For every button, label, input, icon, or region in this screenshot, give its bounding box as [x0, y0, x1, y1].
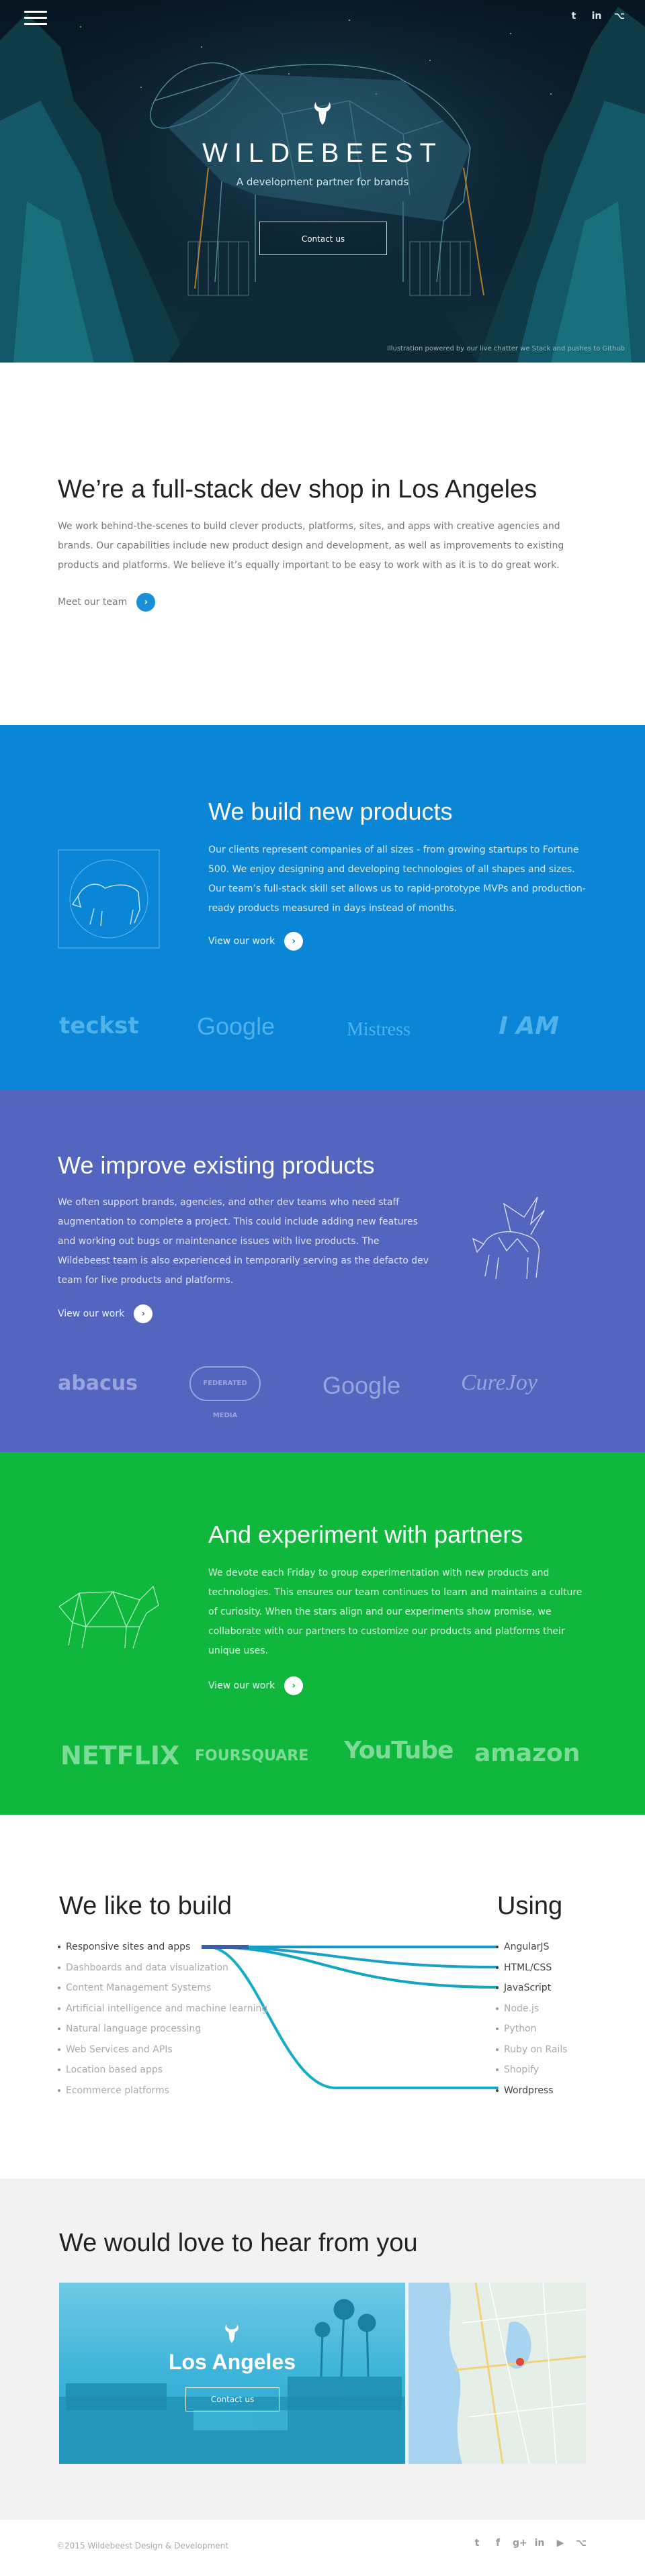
city-name: Los Angeles: [168, 2350, 296, 2374]
arrow-right-icon[interactable]: ›: [136, 593, 156, 612]
using-item[interactable]: Ruby on Rails: [496, 2040, 603, 2060]
client-logo-foursquare: FOURSQUARE: [195, 1748, 309, 1764]
client-logo-iam: I AM: [495, 1012, 562, 1040]
client-logo-abacus: abacus: [58, 1372, 138, 1395]
site-title: WILDEBEEST: [202, 138, 443, 168]
google-plus-icon[interactable]: g+: [513, 2538, 527, 2548]
intro-text: We work behind-the-scenes to build cleve…: [58, 521, 564, 571]
winged-wildebeest-sketch-icon: [472, 1196, 545, 1280]
client-logo-netflix: NETFLIX: [60, 1741, 180, 1770]
build-item[interactable]: Responsive sites and apps: [58, 1937, 280, 1958]
arrow-right-icon[interactable]: ›: [134, 1304, 153, 1323]
map-graphic: [408, 2283, 586, 2464]
twitter-icon[interactable]: t: [567, 9, 580, 23]
build-item[interactable]: Dashboards and data visualization: [58, 1958, 280, 1978]
client-logo-mistress: Mistress: [347, 1019, 411, 1040]
github-icon[interactable]: ⌥: [613, 9, 626, 23]
illustration-credit: Illustration powered by our live chatter…: [387, 345, 625, 352]
facebook-icon[interactable]: f: [492, 2538, 504, 2548]
view-work-label: View our work: [58, 1308, 125, 1319]
contact-button[interactable]: Contact us: [185, 2387, 280, 2412]
geometric-wildebeest-icon: [58, 1585, 159, 1649]
using-item[interactable]: HTML/CSS: [496, 1958, 603, 1978]
using-item[interactable]: Python: [496, 2019, 603, 2040]
build-item[interactable]: Natural language processing: [58, 2019, 280, 2040]
linkedin-icon[interactable]: in: [533, 2538, 546, 2548]
build-item[interactable]: Content Management Systems: [58, 1978, 280, 1999]
products-view-work-link[interactable]: View our work ›: [208, 932, 304, 951]
client-logo-google: Google: [197, 1012, 275, 1040]
using-list: AngularJS HTML/CSS JavaScript Node.js Py…: [496, 1937, 603, 2101]
footer-social-links: t f g+ in ▶ ⌥: [471, 2538, 587, 2548]
hero-contact-button[interactable]: Contact us: [259, 222, 387, 255]
menu-icon[interactable]: [24, 11, 47, 26]
los-angeles-card: Los Angeles Contact us: [59, 2283, 405, 2464]
using-item[interactable]: JavaScript: [496, 1978, 603, 1999]
client-logo-youtube: YouTube: [344, 1737, 454, 1764]
using-item[interactable]: Wordpress: [496, 2081, 603, 2101]
youtube-icon[interactable]: ▶: [554, 2538, 566, 2548]
experiment-title: And experiment with partners: [208, 1521, 523, 1548]
experiment-section: And experiment with partners We devote e…: [0, 1452, 645, 1815]
build-list: Responsive sites and apps Dashboards and…: [58, 1937, 280, 2101]
build-item[interactable]: Location based apps: [58, 2060, 280, 2081]
github-icon[interactable]: ⌥: [575, 2538, 587, 2548]
meet-team-link[interactable]: Meet our team ›: [58, 593, 156, 612]
site-tagline: A development partner for brands: [236, 176, 409, 188]
arrow-right-icon[interactable]: ›: [284, 1676, 304, 1695]
view-work-label: View our work: [208, 936, 275, 947]
build-item[interactable]: Artificial intelligence and machine lear…: [58, 1999, 280, 2019]
products-title: We build new products: [208, 798, 453, 825]
build-item[interactable]: Web Services and APIs: [58, 2040, 280, 2060]
wildebeest-logo-icon: [314, 102, 331, 125]
experiment-view-work-link[interactable]: View our work ›: [208, 1676, 304, 1695]
client-logo-google: Google: [322, 1372, 401, 1399]
hero-social-links: t in ⌥: [567, 9, 626, 23]
client-logo-teckst: teckst: [59, 1012, 139, 1039]
wildebeest-logo-icon: [225, 2324, 239, 2343]
using-item[interactable]: Shopify: [496, 2060, 603, 2081]
location-map[interactable]: [408, 2283, 586, 2464]
using-title: Using: [497, 1892, 563, 1920]
wildebeest-sketch-icon: [58, 849, 160, 949]
arrow-right-icon[interactable]: ›: [284, 932, 304, 951]
products-text: Our clients represent companies of all s…: [208, 845, 586, 914]
improve-title: We improve existing products: [58, 1151, 375, 1179]
improve-section: We improve existing products We often su…: [0, 1090, 645, 1452]
meet-team-label: Meet our team: [58, 597, 128, 608]
contact-title: We would love to hear from you: [59, 2229, 418, 2257]
client-logo-federated-media: FEDERATED MEDIA: [189, 1366, 261, 1419]
using-item[interactable]: AngularJS: [496, 1937, 603, 1958]
build-item[interactable]: Ecommerce platforms: [58, 2081, 280, 2101]
improve-view-work-link[interactable]: View our work ›: [58, 1304, 153, 1323]
hero-section: t in ⌥ WILDEBEEST A development partner …: [0, 0, 645, 363]
products-section: We build new products Our clients repres…: [0, 725, 645, 1090]
experiment-text: We devote each Friday to group experimen…: [208, 1568, 583, 1656]
intro-title: We’re a full-stack dev shop in Los Angel…: [58, 475, 538, 504]
footer-copyright: ©2015 Wildebeest Design & Development: [56, 2541, 228, 2550]
using-item[interactable]: Node.js: [496, 1999, 603, 2019]
view-work-label: View our work: [208, 1680, 275, 1691]
improve-text: We often support brands, agencies, and o…: [58, 1197, 429, 1286]
client-logo-curejoy: CureJoy: [461, 1370, 538, 1395]
twitter-icon[interactable]: t: [471, 2538, 483, 2548]
build-title: We like to build: [59, 1892, 232, 1920]
linkedin-icon[interactable]: in: [590, 9, 603, 23]
client-logo-amazon: amazon: [474, 1739, 580, 1767]
